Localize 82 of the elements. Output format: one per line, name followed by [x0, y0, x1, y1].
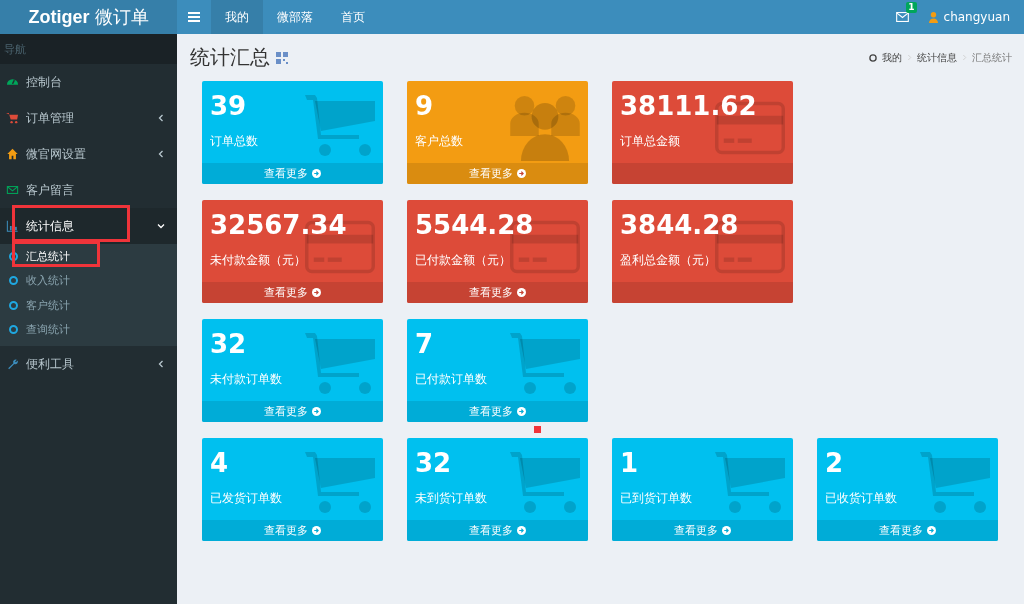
stat-value: 5544.28: [415, 210, 535, 240]
arrow-circle-icon: [312, 169, 321, 178]
circle-icon: [869, 53, 877, 62]
stat-label: 订单总数: [210, 133, 259, 150]
arrow-circle-icon: [927, 526, 936, 535]
notification-badge: 1: [906, 2, 917, 13]
more-info-link[interactable]: 查看更多: [407, 282, 588, 303]
stat-label: 已收货订单数: [825, 490, 898, 507]
more-info-link[interactable]: 查看更多: [817, 520, 998, 541]
arrow-circle-icon: [312, 407, 321, 416]
envelope-icon: [6, 184, 19, 196]
more-info-link[interactable]: 查看更多: [202, 520, 383, 541]
menu-icon[interactable]: [188, 12, 200, 22]
arrow-circle-icon: [312, 288, 321, 297]
stat-label: 已到货订单数: [620, 490, 693, 507]
submenu-item[interactable]: 汇总统计: [0, 244, 177, 269]
stat-label: 已付款金额（元）: [415, 252, 512, 269]
more-info-link[interactable]: 查看更多: [202, 163, 383, 184]
user-name[interactable]: changyuan: [943, 10, 1010, 24]
stat-value: 38111.62: [620, 91, 758, 121]
arrow-circle-icon: [517, 407, 526, 416]
wrench-icon: [6, 358, 19, 370]
page-title: 统计汇总: [190, 44, 270, 71]
sidebar-item[interactable]: 客户留言: [0, 172, 177, 208]
stat-value: 32: [210, 329, 248, 359]
arrow-circle-icon: [517, 288, 526, 297]
bar-chart-icon: [6, 220, 19, 232]
stat-label: 盈利总金额（元）: [620, 252, 717, 269]
stat-label: 已发货订单数: [210, 490, 283, 507]
submenu-item[interactable]: 收入统计: [0, 268, 177, 293]
stat-label: 订单总金额: [620, 133, 681, 150]
submenu-item[interactable]: 客户统计: [0, 293, 177, 318]
nav-tab[interactable]: 首页: [327, 0, 379, 34]
logo: Zotiger 微订单: [0, 0, 177, 34]
stat-value: 32: [415, 448, 453, 478]
stat-label: 客户总数: [415, 133, 464, 150]
breadcrumb-item: 汇总统计: [972, 50, 1012, 65]
sidebar-item[interactable]: 便利工具: [0, 346, 177, 382]
more-info-link[interactable]: 查看更多: [407, 163, 588, 184]
nav-tab[interactable]: 我的: [211, 0, 263, 34]
stat-value: 2: [825, 448, 845, 478]
sidebar-item[interactable]: 微官网设置: [0, 136, 177, 172]
sidebar-item[interactable]: 统计信息: [0, 208, 177, 244]
sidebar-item[interactable]: 订单管理: [0, 100, 177, 136]
stat-label: 未到货订单数: [415, 490, 488, 507]
sidebar-item[interactable]: 控制台: [0, 64, 177, 100]
more-info-link[interactable]: 查看更多: [407, 520, 588, 541]
user-icon: [928, 11, 938, 23]
stat-value: 7: [415, 329, 435, 359]
stat-label: 未付款订单数: [210, 371, 283, 388]
stat-value: 1: [620, 448, 640, 478]
arrow-circle-icon: [312, 526, 321, 535]
circle-icon: [9, 276, 18, 286]
breadcrumb-item[interactable]: 统计信息: [917, 50, 957, 65]
circle-icon: [9, 251, 18, 261]
stat-value: 39: [210, 91, 248, 121]
envelope-icon[interactable]: [895, 12, 909, 22]
more-info-link[interactable]: 查看更多: [202, 401, 383, 422]
more-info-link[interactable]: 查看更多: [612, 520, 793, 541]
more-info-link[interactable]: 查看更多: [202, 282, 383, 303]
circle-icon: [9, 325, 18, 335]
speedometer-icon: [6, 76, 19, 88]
submenu-item[interactable]: 查询统计: [0, 317, 177, 342]
breadcrumb-item[interactable]: 我的: [882, 50, 902, 65]
stat-value: 32567.34: [210, 210, 348, 240]
chevron-icon: [962, 54, 967, 61]
chevron-icon: [907, 54, 912, 61]
qr-code-icon: [276, 51, 288, 64]
stat-label: 未付款金额（元）: [210, 252, 307, 269]
stat-value: 4: [210, 448, 230, 478]
circle-icon: [9, 300, 18, 310]
stat-label: 已付款订单数: [415, 371, 488, 388]
nav-tab[interactable]: 微部落: [263, 0, 327, 34]
arrow-circle-icon: [517, 169, 526, 178]
stat-value: 9: [415, 91, 435, 121]
people-icon: [510, 95, 580, 161]
arrow-circle-icon: [517, 526, 526, 535]
cart-icon: [6, 112, 19, 124]
house-icon: [6, 148, 19, 160]
more-info-link[interactable]: 查看更多: [407, 401, 588, 422]
arrow-circle-icon: [722, 526, 731, 535]
stat-value: 3844.28: [620, 210, 740, 240]
